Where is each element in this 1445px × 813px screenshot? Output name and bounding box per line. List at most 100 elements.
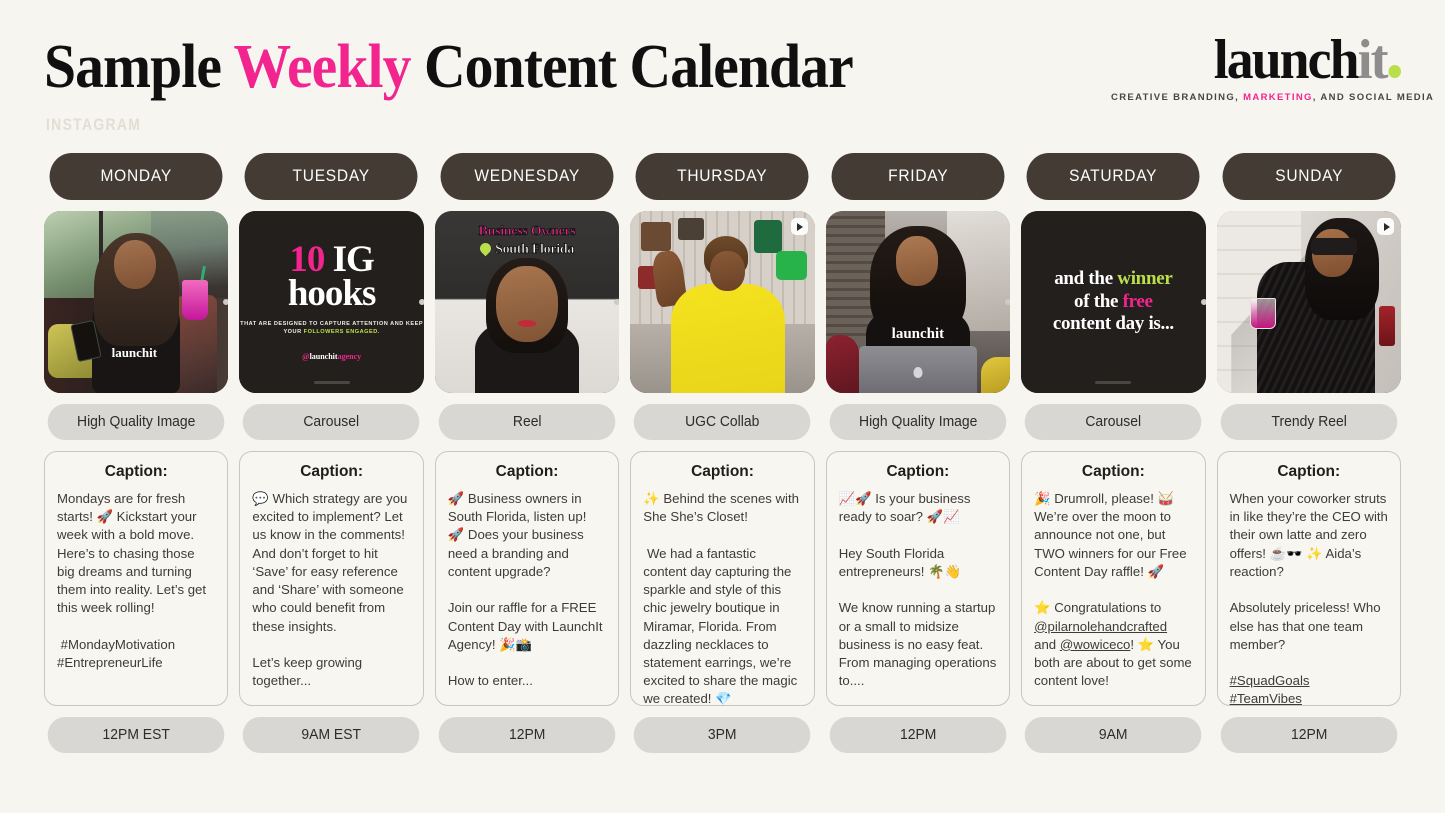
graphic-saturday: and the winner of the free content day i… xyxy=(1021,211,1206,393)
content-calendar-page: Sample Weekly Content Calendar INSTAGRAM… xyxy=(0,0,1445,813)
calendar-column-saturday: SATURDAY and the winner of the free cont… xyxy=(1021,153,1206,753)
calendar-column-wednesday: WEDNESDAY Business Owners South Florida … xyxy=(434,153,620,753)
caption-text-tuesday: 💬 Which strategy are you excited to impl… xyxy=(252,491,408,689)
post-time-tuesday: 9AM EST xyxy=(243,717,421,753)
hook-subtext-highlight: FOLLOWERS ENGAGED. xyxy=(303,329,380,336)
photo-friday: launchit xyxy=(825,211,1011,393)
thumbnail-wednesday[interactable]: Business Owners South Florida xyxy=(434,211,620,393)
title-part-1: Sample xyxy=(44,33,234,101)
day-header-saturday: SATURDAY xyxy=(1026,153,1201,200)
reel-overlay-location: South Florida xyxy=(495,241,575,258)
day-header-wednesday: WEDNESDAY xyxy=(440,153,614,200)
caption-text-sunday: When your coworker struts in like they’r… xyxy=(1229,491,1388,706)
post-time-thursday: 3PM xyxy=(633,717,812,753)
reel-overlay-line2: South Florida xyxy=(435,240,619,258)
graphic-tuesday: 10 IG hooks THAT ARE DESIGNED TO CAPTURE… xyxy=(239,211,424,393)
content-type-thursday: UGC Collab xyxy=(633,404,812,440)
content-type-sunday: Trendy Reel xyxy=(1220,404,1398,440)
calendar-column-tuesday: TUESDAY 10 IG hooks THAT ARE DESIGNED TO… xyxy=(239,153,424,753)
post-time-monday: 12PM EST xyxy=(47,717,225,753)
carousel-dot-icon xyxy=(1200,299,1206,305)
winner-line1-pre: and the xyxy=(1054,268,1118,290)
reel-play-badge-icon xyxy=(1377,218,1394,235)
day-header-friday: FRIDAY xyxy=(831,153,1005,200)
thumbnail-saturday[interactable]: and the winner of the free content day i… xyxy=(1021,211,1206,393)
reel-overlay-line1: Business Owners xyxy=(478,223,576,239)
calendar-column-sunday: SUNDAY Trendy Reel Caption: When your co… xyxy=(1216,153,1401,753)
caption-label-sunday: Caption: xyxy=(1277,463,1341,480)
caption-card-wednesday: Caption: 🚀 Business owners in South Flor… xyxy=(434,451,620,706)
caption-card-thursday: Caption: ✨ Behind the scenes with She Sh… xyxy=(630,451,815,706)
winner-line2-highlight: free xyxy=(1122,290,1153,312)
logo-wordmark: launchit xyxy=(1123,32,1401,88)
caption-card-saturday: Caption: 🎉 Drumroll, please! 🥁 We’re ove… xyxy=(1021,451,1206,706)
hook-subtext: THAT ARE DESIGNED TO CAPTURE ATTENTION A… xyxy=(239,320,423,337)
thumbnail-tuesday[interactable]: 10 IG hooks THAT ARE DESIGNED TO CAPTURE… xyxy=(239,211,424,393)
day-header-monday: MONDAY xyxy=(49,153,223,200)
caption-text-saturday: 🎉 Drumroll, please! 🥁 We’re over the moo… xyxy=(1034,491,1196,689)
content-type-friday: High Quality Image xyxy=(829,404,1007,440)
winner-line3: content day is... xyxy=(1052,313,1174,335)
caption-card-sunday: Caption: When your coworker struts in li… xyxy=(1216,451,1401,706)
thumbnail-thursday[interactable] xyxy=(630,211,815,393)
logo-word-black: launch xyxy=(1213,29,1360,91)
thumbnail-friday[interactable]: launchit xyxy=(825,211,1011,393)
page-subtitle: INSTAGRAM xyxy=(46,115,142,134)
location-pin-icon xyxy=(477,240,494,257)
title-part-2: Content Calendar xyxy=(410,33,854,101)
logo-tagline: CREATIVE BRANDING, MARKETING, AND SOCIAL… xyxy=(1111,92,1433,103)
hook-graphic-line2: hooks xyxy=(287,272,377,314)
handle-suffix: agency xyxy=(337,352,362,362)
calendar-column-monday: MONDAY launchit High Quality Image Capti… xyxy=(44,153,229,753)
reel-play-badge-icon xyxy=(790,218,808,235)
photo-monday: launchit xyxy=(44,211,229,393)
calendar-column-friday: FRIDAY launchit High Quality Image Capti… xyxy=(825,153,1011,753)
content-type-saturday: Carousel xyxy=(1024,404,1202,440)
logo-word-gray: it xyxy=(1357,29,1389,91)
post-time-wednesday: 12PM xyxy=(438,717,616,753)
caption-label-tuesday: Caption: xyxy=(300,463,364,480)
handle-at: @ xyxy=(302,352,310,362)
handle-name: launchit xyxy=(309,352,338,362)
page-title: Sample Weekly Content Calendar xyxy=(44,33,854,101)
carousel-dot-icon xyxy=(1005,299,1011,305)
post-time-saturday: 9AM xyxy=(1024,717,1202,753)
caption-text-friday: 📈🚀 Is your business ready to soar? 🚀📈 He… xyxy=(838,491,997,689)
carousel-dot-icon xyxy=(614,299,620,305)
content-type-wednesday: Reel xyxy=(438,404,616,440)
caption-label-friday: Caption: xyxy=(886,463,950,480)
page-header: Sample Weekly Content Calendar INSTAGRAM… xyxy=(0,0,1445,140)
thumbnail-monday[interactable]: launchit xyxy=(44,211,229,393)
photo-sunday xyxy=(1216,211,1401,393)
caption-card-friday: Caption: 📈🚀 Is your business ready to so… xyxy=(825,451,1011,706)
day-header-sunday: SUNDAY xyxy=(1222,153,1396,200)
calendar-grid: MONDAY launchit High Quality Image Capti… xyxy=(44,153,1401,753)
winner-line2-pre: of the xyxy=(1074,290,1123,312)
content-type-monday: High Quality Image xyxy=(47,404,225,440)
caption-text-monday: Mondays are for fresh starts! 🚀 Kickstar… xyxy=(57,491,207,670)
caption-text-thursday: ✨ Behind the scenes with She She’s Close… xyxy=(643,491,799,706)
day-header-thursday: THURSDAY xyxy=(635,153,810,200)
carousel-dot-icon xyxy=(223,299,229,305)
photo-wednesday: Business Owners South Florida xyxy=(434,211,620,393)
content-type-tuesday: Carousel xyxy=(243,404,421,440)
carousel-dot-icon xyxy=(418,299,424,305)
calendar-column-thursday: THURSDAY UGC Collab Caption: ✨ Behind th… xyxy=(630,153,815,753)
post-time-sunday: 12PM xyxy=(1220,717,1398,753)
logo-dot-icon xyxy=(1388,65,1401,78)
day-header-tuesday: TUESDAY xyxy=(244,153,419,200)
caption-label-saturday: Caption: xyxy=(1081,463,1145,480)
tee-text-monday: launchit xyxy=(111,344,158,360)
tee-text-friday: launchit xyxy=(891,326,945,343)
caption-label-monday: Caption: xyxy=(104,463,168,480)
caption-label-thursday: Caption: xyxy=(691,463,754,480)
caption-label-wednesday: Caption: xyxy=(495,463,559,480)
brand-logo: launchit CREATIVE BRANDING, MARKETING, A… xyxy=(1111,32,1433,103)
thumbnail-sunday[interactable] xyxy=(1216,211,1401,393)
logo-tagline-pre: CREATIVE BRANDING, xyxy=(1111,92,1244,103)
winner-graphic-text: and the winner of the free content day i… xyxy=(1053,268,1174,335)
title-highlight: Weekly xyxy=(233,33,411,101)
post-time-friday: 12PM xyxy=(829,717,1007,753)
caption-card-tuesday: Caption: 💬 Which strategy are you excite… xyxy=(239,451,424,706)
logo-tagline-highlight: MARKETING xyxy=(1243,92,1313,103)
